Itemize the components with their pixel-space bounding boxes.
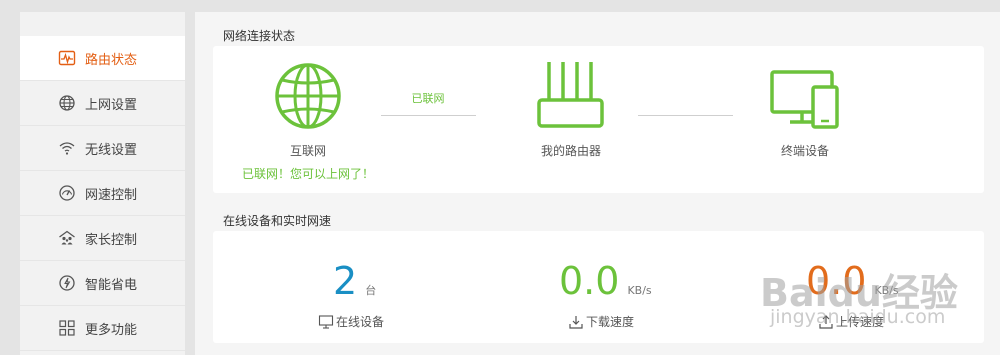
internet-label: 互联网	[289, 144, 326, 158]
connection-section-title: 网络连接状态	[223, 29, 296, 43]
download-speed-stat: 0.0 KB/s	[559, 262, 652, 300]
speedometer-icon	[58, 184, 76, 202]
devices-icon[interactable]	[770, 70, 840, 130]
power-save-icon	[58, 274, 76, 292]
watermark-url: jingyan.baidu.com	[770, 306, 946, 328]
link-status-label: 已联网	[411, 92, 445, 105]
internet-router-link	[381, 115, 476, 116]
online-devices-stat: 2 台	[333, 262, 376, 300]
sidebar-item-router-status[interactable]: 路由状态	[20, 36, 185, 81]
sidebar-item-label: 网速控制	[85, 187, 138, 203]
family-icon	[58, 229, 76, 247]
download-speed-label: 下载速度	[586, 315, 635, 329]
sidebar-item-label: 路由状态	[85, 52, 138, 68]
sidebar-item-label: 无线设置	[85, 142, 138, 158]
wifi-icon	[58, 139, 76, 157]
download-speed-value: 0.0	[559, 259, 620, 303]
pulse-icon	[58, 49, 76, 67]
sidebar-item-speed-control[interactable]: 网速控制	[20, 171, 185, 216]
sidebar-item-wireless-settings[interactable]: 无线设置	[20, 126, 185, 171]
sidebar-item-more-functions[interactable]: 更多功能	[20, 306, 185, 351]
online-devices-count: 2	[333, 259, 358, 303]
online-devices-label: 在线设备	[336, 315, 385, 329]
monitor-icon	[318, 314, 334, 329]
router-label: 我的路由器	[540, 144, 601, 158]
online-message: 已联网！您可以上网了！	[241, 167, 374, 181]
sidebar-item-internet-settings[interactable]: 上网设置	[20, 81, 185, 126]
sidebar-item-label: 更多功能	[85, 322, 138, 338]
sidebar-item-label: 家长控制	[85, 232, 138, 248]
internet-globe-icon[interactable]	[272, 60, 344, 132]
online-devices-unit: 台	[365, 284, 377, 297]
sidebar: 路由状态 上网设置 无线设置 网速控制 家长控制 智能省电 更多功能	[20, 12, 185, 355]
download-speed-link[interactable]: 下载速度	[568, 313, 634, 330]
router-icon[interactable]	[536, 60, 606, 130]
realtime-section-title: 在线设备和实时网速	[223, 214, 332, 228]
sidebar-item-label: 智能省电	[85, 277, 138, 293]
router-devices-link	[638, 115, 733, 116]
online-devices-link[interactable]: 在线设备	[318, 313, 384, 330]
sidebar-item-label: 上网设置	[85, 97, 138, 113]
sidebar-item-power-save[interactable]: 智能省电	[20, 261, 185, 306]
sidebar-item-parental-control[interactable]: 家长控制	[20, 216, 185, 261]
download-speed-unit: KB/s	[627, 284, 652, 297]
globe-icon	[58, 94, 76, 112]
grid-icon	[58, 319, 76, 337]
devices-label: 终端设备	[780, 144, 829, 158]
download-icon	[569, 315, 583, 329]
